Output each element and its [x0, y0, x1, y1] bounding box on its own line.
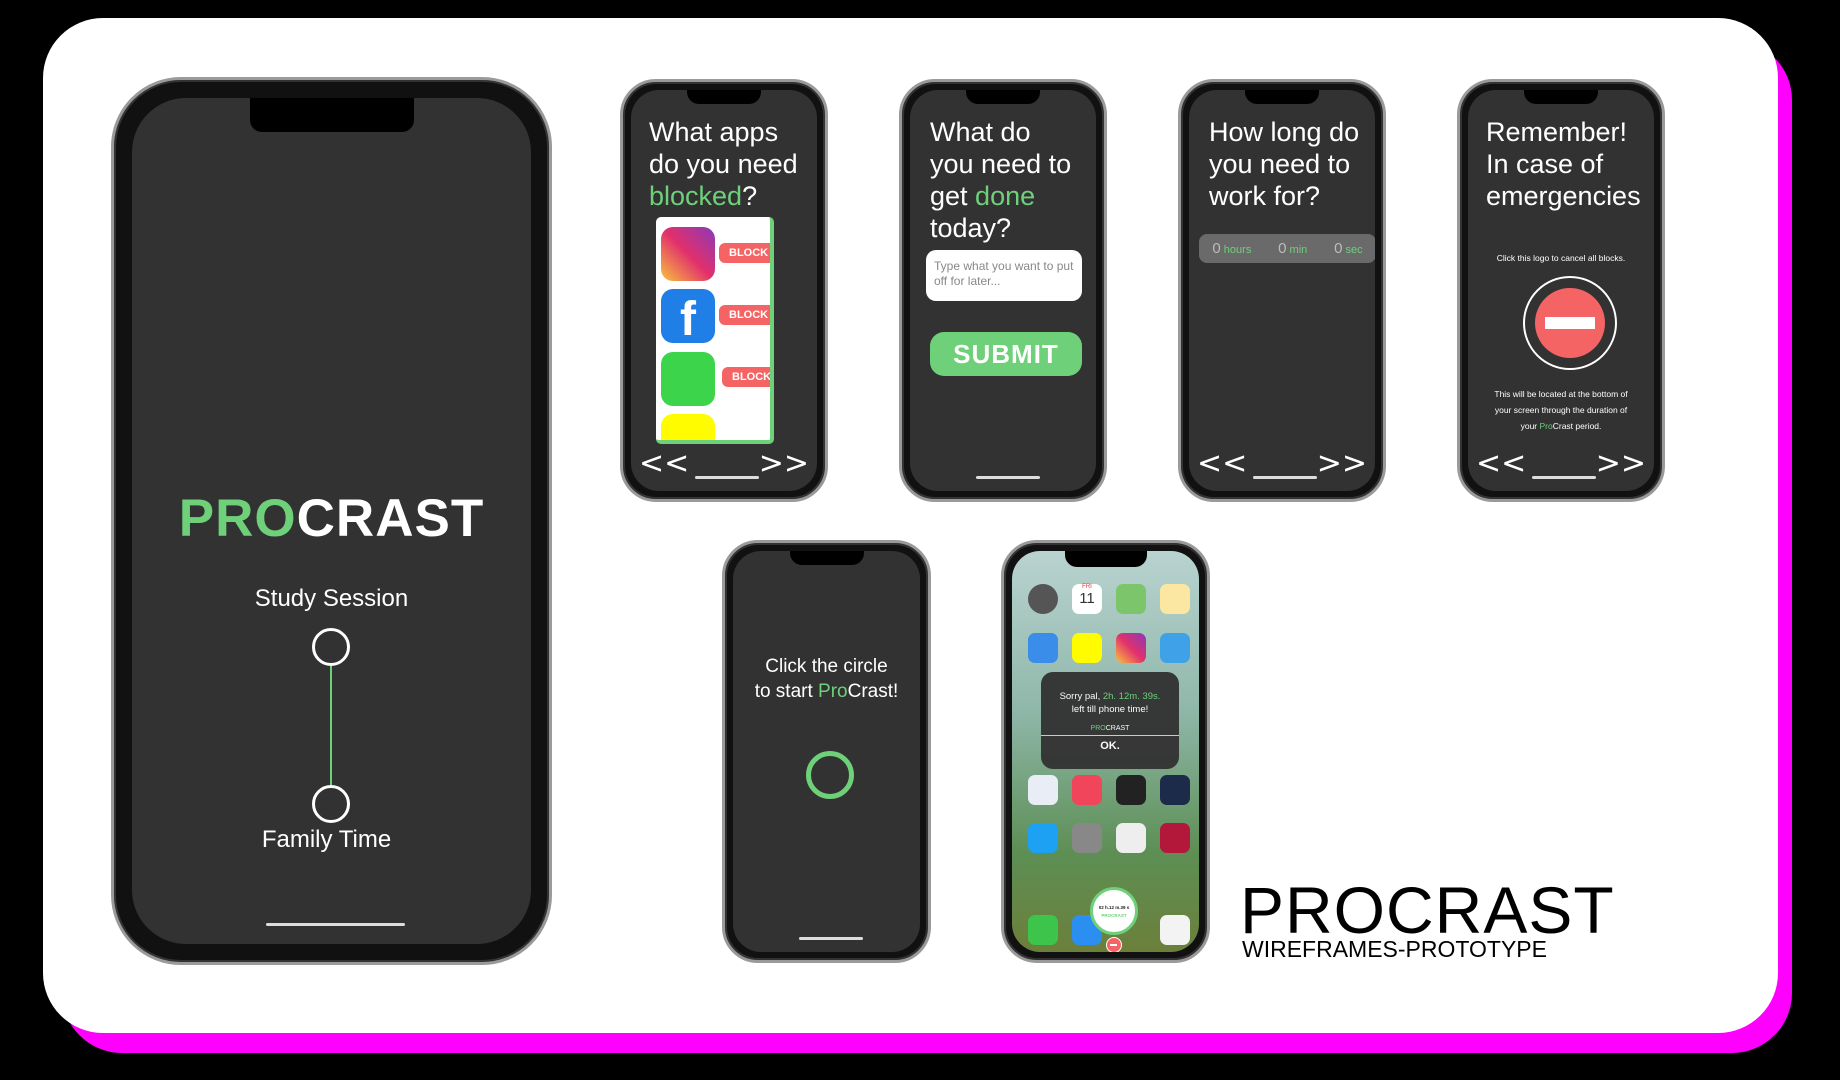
tasks-phone: What do you need to get done today? Type wh… [899, 79, 1107, 502]
calendar-app-icon[interactable]: FRI 11 [1072, 584, 1102, 614]
alert-message: Sorry pal, 2h. 12m. 39s. left till phone … [1059, 691, 1161, 715]
no-entry-icon [1535, 288, 1605, 358]
cancel-blocks-mini-button[interactable] [1106, 937, 1122, 952]
notes-app-icon[interactable] [1160, 584, 1190, 614]
next-button[interactable]: >> [759, 446, 809, 481]
mode-family-time: Family Time [261, 826, 392, 853]
app-logo: PROCRAST [132, 488, 531, 549]
submit-button[interactable]: SUBMIT [930, 332, 1082, 376]
start-phone: Click the circle to start ProCrast! [722, 540, 931, 963]
weather-app-icon[interactable] [1160, 633, 1190, 663]
block-instagram-button[interactable]: BLOCK [719, 243, 770, 263]
settings-app-icon[interactable] [1028, 584, 1058, 614]
study-session-toggle[interactable] [312, 628, 350, 666]
homescreen-phone: FRI 11 Sorry pal, 2h. 12m. 39s. left till … [1001, 540, 1210, 963]
start-circle-button[interactable] [806, 751, 854, 799]
apps-phone: What apps do you need blocked? BLOCK f BLO… [620, 79, 828, 502]
apps-list[interactable]: BLOCK f BLOCK BLOCK [656, 217, 774, 444]
task-input[interactable]: Type what you want to put off for later.… [926, 250, 1082, 301]
facebook-icon: f [661, 289, 715, 346]
sec-picker[interactable]: 0 sec [1334, 240, 1363, 257]
rutgers-app-icon[interactable] [1160, 823, 1190, 853]
mail-app-icon[interactable] [1028, 633, 1058, 663]
snapchat-app-icon[interactable] [1072, 633, 1102, 663]
family-time-toggle[interactable] [312, 785, 350, 823]
next-button[interactable]: >> [1317, 446, 1367, 481]
messages-icon [661, 352, 715, 406]
block-alert: Sorry pal, 2h. 12m. 39s. left till phone … [1041, 672, 1179, 769]
timer-widget: 02 h.12 m.39 s PROCRAST [1090, 887, 1138, 935]
drive-app-icon[interactable] [1116, 823, 1146, 853]
photos-app-icon[interactable] [1160, 915, 1190, 945]
snapchat-icon [661, 414, 715, 440]
duration-title: How long do you need to work for? [1209, 117, 1360, 211]
apps-title: What apps do you need blocked? [649, 117, 798, 211]
emergency-title: Remember! In case of emergencies [1486, 117, 1641, 211]
min-picker[interactable]: 0 min [1278, 240, 1307, 257]
facebook-app-icon[interactable] [1160, 775, 1190, 805]
brand-subtitle: WIREFRAMES-PROTOTYPE [1242, 936, 1547, 962]
phone-app-icon[interactable] [1028, 915, 1058, 945]
block-messages-button[interactable]: BLOCK [722, 367, 770, 387]
start-instruction: Click the circle to start ProCrast! [754, 656, 899, 702]
logo-crast: CRAST [296, 489, 485, 548]
emergency-phone: Remember! In case of emergencies Click thi… [1457, 79, 1665, 502]
alert-logo: PROCRAST [1090, 725, 1130, 732]
prev-button[interactable]: << [1476, 446, 1526, 481]
instagram-icon [661, 227, 715, 281]
alert-ok-button[interactable]: OK. [1041, 740, 1179, 752]
duration-phone: How long do you need to work for? 0 hours … [1178, 79, 1386, 502]
block-facebook-button[interactable]: BLOCK [719, 305, 770, 325]
duration-picker[interactable]: 0 hours 0 min 0 sec [1199, 234, 1375, 263]
hours-picker[interactable]: 0 hours [1212, 240, 1251, 257]
prev-button[interactable]: << [639, 446, 689, 481]
twitter-app-icon[interactable] [1028, 823, 1058, 853]
tasks-title: What do you need to get done today? [930, 117, 1072, 243]
prev-button[interactable]: << [1197, 446, 1247, 481]
instagram-app-icon[interactable] [1116, 633, 1146, 663]
docs-app-icon[interactable] [1028, 775, 1058, 805]
location-note: This will be located at the bottom of you… [1494, 389, 1628, 431]
toggle-track [330, 666, 332, 785]
main-phone: PROCRAST Study Session Family Time [111, 77, 552, 965]
logo-pro: PRO [178, 489, 297, 548]
clock-app-icon[interactable] [1116, 775, 1146, 805]
camera-app-icon[interactable] [1072, 823, 1102, 853]
next-button[interactable]: >> [1596, 446, 1646, 481]
cancel-hint: Click this logo to cancel all blocks. [1496, 253, 1626, 263]
music-app-icon[interactable] [1072, 775, 1102, 805]
mode-study-session: Study Session [254, 585, 409, 612]
cancel-blocks-button[interactable] [1523, 276, 1617, 370]
maps-app-icon[interactable] [1116, 584, 1146, 614]
